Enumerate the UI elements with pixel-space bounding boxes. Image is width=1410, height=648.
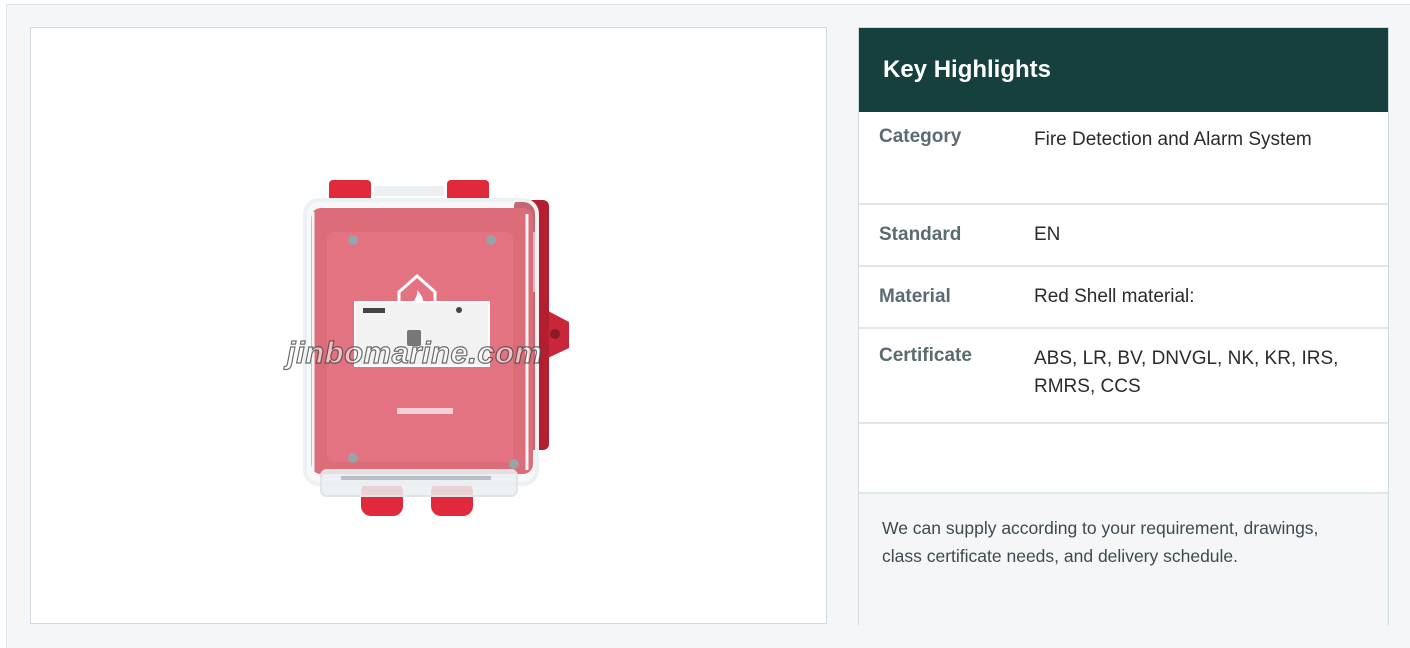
highlight-row-standard: Standard EN [859,205,1388,267]
highlight-label: Certificate [879,345,972,366]
highlight-label: Standard [879,224,962,245]
highlight-row-certificate: Certificate ABS, LR, BV, DNVGL, NK, KR, … [859,329,1388,424]
highlight-row-category: Category Fire Detection and Alarm System [859,112,1388,205]
supply-note: We can supply according to your requirem… [859,494,1388,625]
highlight-value: ABS, LR, BV, DNVGL, NK, KR, IRS, RMRS, C… [1034,348,1339,397]
highlight-label: Category [879,126,962,147]
watermark-text: jinbomarine.com [286,334,543,370]
highlight-value [1034,424,1388,492]
highlight-value: Fire Detection and Alarm System [1034,129,1312,150]
highlight-label [859,424,1034,492]
highlight-value: EN [1034,224,1061,245]
highlight-label: Material [879,286,951,307]
highlight-row-empty [859,424,1388,494]
key-highlights-title: Key Highlights [859,28,1388,112]
highlight-row-material: Material Red Shell material: [859,267,1388,329]
product-image-panel: jinbomarine.com [30,27,827,624]
key-highlights-card: Key Highlights Category Fire Detection a… [858,27,1389,625]
highlight-value: Red Shell material: [1034,286,1195,307]
